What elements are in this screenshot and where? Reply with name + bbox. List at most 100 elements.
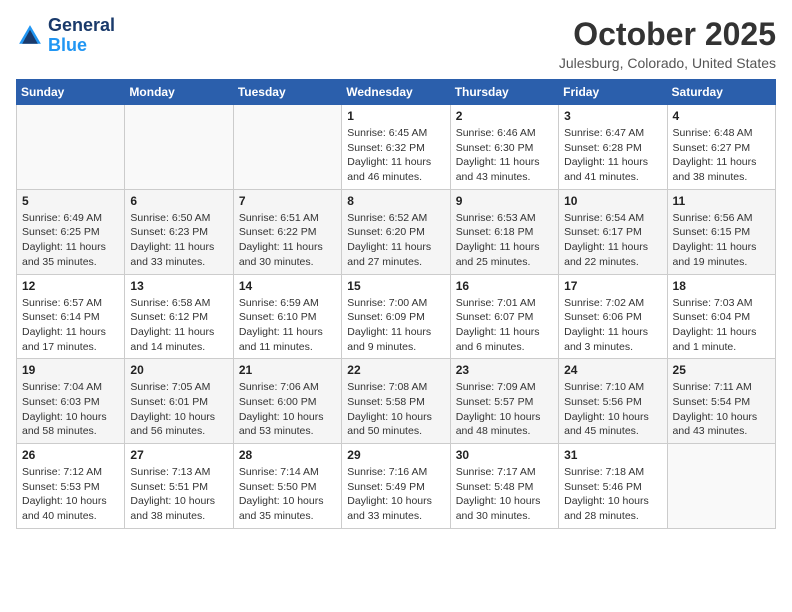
day-info: Sunrise: 7:02 AMSunset: 6:06 PMDaylight:… xyxy=(564,296,661,355)
day-number: 21 xyxy=(239,363,336,377)
calendar-cell: 19 Sunrise: 7:04 AMSunset: 6:03 PMDayligh… xyxy=(17,359,125,444)
day-number: 28 xyxy=(239,448,336,462)
calendar-cell: 23 Sunrise: 7:09 AMSunset: 5:57 PMDayligh… xyxy=(450,359,558,444)
day-info: Sunrise: 7:09 AMSunset: 5:57 PMDaylight:… xyxy=(456,380,553,439)
day-number: 1 xyxy=(347,109,444,123)
day-number: 17 xyxy=(564,279,661,293)
day-info: Sunrise: 6:59 AMSunset: 6:10 PMDaylight:… xyxy=(239,296,336,355)
day-info: Sunrise: 7:11 AMSunset: 5:54 PMDaylight:… xyxy=(673,380,770,439)
calendar-cell: 30Sunrise: 7:17 AMSunset: 5:48 PMDayligh… xyxy=(450,444,558,529)
header-wednesday: Wednesday xyxy=(342,80,450,105)
calendar-cell: 28 Sunrise: 7:14 AMSunset: 5:50 PMDayligh… xyxy=(233,444,341,529)
day-info: Sunrise: 7:03 AMSunset: 6:04 PMDaylight:… xyxy=(673,296,770,355)
calendar-week-1: 1Sunrise: 6:45 AMSunset: 6:32 PMDaylight… xyxy=(17,105,776,190)
day-info: Sunrise: 6:51 AMSunset: 6:22 PMDaylight:… xyxy=(239,211,336,270)
calendar-cell: 21Sunrise: 7:06 AMSunset: 6:00 PMDayligh… xyxy=(233,359,341,444)
calendar-cell: 29 Sunrise: 7:16 AMSunset: 5:49 PMDayligh… xyxy=(342,444,450,529)
calendar-cell: 20Sunrise: 7:05 AMSunset: 6:01 PMDayligh… xyxy=(125,359,233,444)
calendar-cell: 1Sunrise: 6:45 AMSunset: 6:32 PMDaylight… xyxy=(342,105,450,190)
calendar-week-5: 26 Sunrise: 7:12 AMSunset: 5:53 PMDayligh… xyxy=(17,444,776,529)
calendar-cell: 15 Sunrise: 7:00 AMSunset: 6:09 PMDayligh… xyxy=(342,274,450,359)
logo-icon xyxy=(16,22,44,50)
header-monday: Monday xyxy=(125,80,233,105)
day-info: Sunrise: 6:53 AMSunset: 6:18 PMDaylight:… xyxy=(456,211,553,270)
day-number: 23 xyxy=(456,363,553,377)
calendar-cell: 25Sunrise: 7:11 AMSunset: 5:54 PMDayligh… xyxy=(667,359,775,444)
calendar-cell: 7 Sunrise: 6:51 AMSunset: 6:22 PMDaylight… xyxy=(233,189,341,274)
logo: General Blue xyxy=(16,16,115,56)
day-info: Sunrise: 6:58 AMSunset: 6:12 PMDaylight:… xyxy=(130,296,227,355)
day-number: 27 xyxy=(130,448,227,462)
day-info: Sunrise: 7:00 AMSunset: 6:09 PMDaylight:… xyxy=(347,296,444,355)
day-number: 19 xyxy=(22,363,119,377)
day-number: 29 xyxy=(347,448,444,462)
day-number: 4 xyxy=(673,109,770,123)
calendar-cell: 24 Sunrise: 7:10 AMSunset: 5:56 PMDayligh… xyxy=(559,359,667,444)
header-friday: Friday xyxy=(559,80,667,105)
calendar-cell: 22 Sunrise: 7:08 AMSunset: 5:58 PMDayligh… xyxy=(342,359,450,444)
day-info: Sunrise: 7:04 AMSunset: 6:03 PMDaylight:… xyxy=(22,380,119,439)
page-header: General Blue October 2025 Julesburg, Col… xyxy=(16,16,776,71)
day-info: Sunrise: 7:12 AMSunset: 5:53 PMDaylight:… xyxy=(22,465,119,524)
day-number: 3 xyxy=(564,109,661,123)
header-tuesday: Tuesday xyxy=(233,80,341,105)
day-info: Sunrise: 6:46 AMSunset: 6:30 PMDaylight:… xyxy=(456,126,553,185)
day-info: Sunrise: 6:54 AMSunset: 6:17 PMDaylight:… xyxy=(564,211,661,270)
calendar-cell: 18Sunrise: 7:03 AMSunset: 6:04 PMDayligh… xyxy=(667,274,775,359)
header-saturday: Saturday xyxy=(667,80,775,105)
calendar-week-2: 5Sunrise: 6:49 AMSunset: 6:25 PMDaylight… xyxy=(17,189,776,274)
day-number: 11 xyxy=(673,194,770,208)
calendar-week-4: 19 Sunrise: 7:04 AMSunset: 6:03 PMDayligh… xyxy=(17,359,776,444)
logo-text: General Blue xyxy=(48,16,115,56)
calendar-cell xyxy=(125,105,233,190)
calendar-header-row: SundayMondayTuesdayWednesdayThursdayFrid… xyxy=(17,80,776,105)
day-info: Sunrise: 6:50 AMSunset: 6:23 PMDaylight:… xyxy=(130,211,227,270)
day-number: 20 xyxy=(130,363,227,377)
day-info: Sunrise: 6:47 AMSunset: 6:28 PMDaylight:… xyxy=(564,126,661,185)
day-info: Sunrise: 6:49 AMSunset: 6:25 PMDaylight:… xyxy=(22,211,119,270)
day-info: Sunrise: 6:48 AMSunset: 6:27 PMDaylight:… xyxy=(673,126,770,185)
calendar-cell: 9 Sunrise: 6:53 AMSunset: 6:18 PMDaylight… xyxy=(450,189,558,274)
day-info: Sunrise: 7:08 AMSunset: 5:58 PMDaylight:… xyxy=(347,380,444,439)
header-sunday: Sunday xyxy=(17,80,125,105)
day-number: 15 xyxy=(347,279,444,293)
calendar-cell: 12Sunrise: 6:57 AMSunset: 6:14 PMDayligh… xyxy=(17,274,125,359)
month-title: October 2025 xyxy=(559,16,776,53)
calendar-cell: 8Sunrise: 6:52 AMSunset: 6:20 PMDaylight… xyxy=(342,189,450,274)
calendar-cell: 10Sunrise: 6:54 AMSunset: 6:17 PMDayligh… xyxy=(559,189,667,274)
day-number: 22 xyxy=(347,363,444,377)
calendar-cell xyxy=(233,105,341,190)
calendar-week-3: 12Sunrise: 6:57 AMSunset: 6:14 PMDayligh… xyxy=(17,274,776,359)
calendar-cell: 26 Sunrise: 7:12 AMSunset: 5:53 PMDayligh… xyxy=(17,444,125,529)
day-number: 9 xyxy=(456,194,553,208)
day-info: Sunrise: 7:13 AMSunset: 5:51 PMDaylight:… xyxy=(130,465,227,524)
day-number: 7 xyxy=(239,194,336,208)
calendar-cell: 31 Sunrise: 7:18 AMSunset: 5:46 PMDayligh… xyxy=(559,444,667,529)
day-info: Sunrise: 7:14 AMSunset: 5:50 PMDaylight:… xyxy=(239,465,336,524)
day-number: 26 xyxy=(22,448,119,462)
calendar-cell: 5Sunrise: 6:49 AMSunset: 6:25 PMDaylight… xyxy=(17,189,125,274)
day-number: 14 xyxy=(239,279,336,293)
day-number: 6 xyxy=(130,194,227,208)
day-number: 2 xyxy=(456,109,553,123)
calendar-cell: 11 Sunrise: 6:56 AMSunset: 6:15 PMDayligh… xyxy=(667,189,775,274)
calendar-cell: 3 Sunrise: 6:47 AMSunset: 6:28 PMDaylight… xyxy=(559,105,667,190)
calendar-cell: 6 Sunrise: 6:50 AMSunset: 6:23 PMDaylight… xyxy=(125,189,233,274)
calendar-cell xyxy=(667,444,775,529)
day-number: 24 xyxy=(564,363,661,377)
day-info: Sunrise: 7:18 AMSunset: 5:46 PMDaylight:… xyxy=(564,465,661,524)
day-info: Sunrise: 7:01 AMSunset: 6:07 PMDaylight:… xyxy=(456,296,553,355)
calendar-cell: 16Sunrise: 7:01 AMSunset: 6:07 PMDayligh… xyxy=(450,274,558,359)
day-info: Sunrise: 7:10 AMSunset: 5:56 PMDaylight:… xyxy=(564,380,661,439)
day-info: Sunrise: 6:52 AMSunset: 6:20 PMDaylight:… xyxy=(347,211,444,270)
day-number: 31 xyxy=(564,448,661,462)
calendar-cell: 2 Sunrise: 6:46 AMSunset: 6:30 PMDaylight… xyxy=(450,105,558,190)
location: Julesburg, Colorado, United States xyxy=(559,55,776,71)
day-info: Sunrise: 7:16 AMSunset: 5:49 PMDaylight:… xyxy=(347,465,444,524)
day-number: 13 xyxy=(130,279,227,293)
day-number: 30 xyxy=(456,448,553,462)
title-block: October 2025 Julesburg, Colorado, United… xyxy=(559,16,776,71)
day-info: Sunrise: 6:56 AMSunset: 6:15 PMDaylight:… xyxy=(673,211,770,270)
calendar-table: SundayMondayTuesdayWednesdayThursdayFrid… xyxy=(16,79,776,529)
calendar-cell xyxy=(17,105,125,190)
